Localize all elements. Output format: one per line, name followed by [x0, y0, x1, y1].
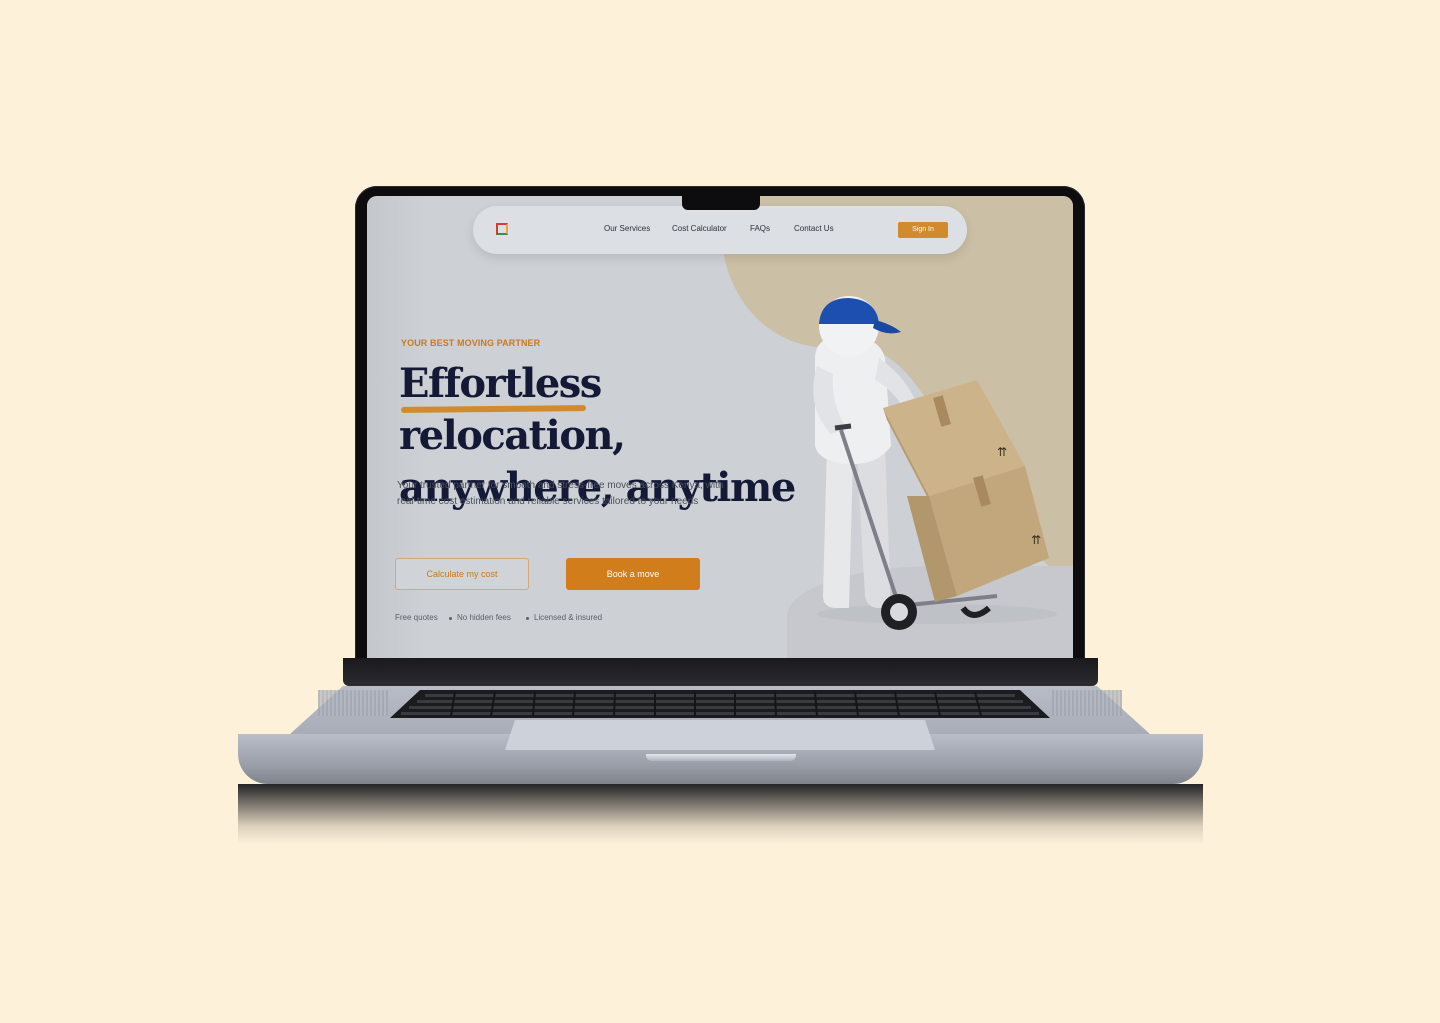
nav-link-cost-calculator[interactable]: Cost Calculator: [672, 224, 727, 233]
hero-headline-line-1: Effortless relocation,: [399, 360, 626, 459]
website-screen: Our Services Cost Calculator FAQs Contac…: [367, 196, 1073, 658]
feature-free-quotes: Free quotes: [395, 613, 438, 622]
bullet-dot: [526, 617, 529, 620]
box-arrow-icon: ⇈: [997, 445, 1007, 459]
nav-link-our-services[interactable]: Our Services: [604, 224, 650, 233]
hero-description: Your trusted partner for smooth and stre…: [397, 480, 724, 507]
sign-in-button[interactable]: Sign In: [898, 222, 948, 238]
nav-link-faqs[interactable]: FAQs: [750, 224, 770, 233]
speaker-grille-right: [1052, 690, 1122, 716]
mover-with-hand-truck-illustration: ⇈ ⇈: [813, 296, 1057, 630]
laptop-hinge: [343, 658, 1098, 686]
camera-notch: [682, 194, 760, 210]
laptop-mockup: Our Services Cost Calculator FAQs Contac…: [0, 0, 1440, 1023]
laptop-shadow: [238, 784, 1203, 844]
speaker-grille-left: [318, 690, 388, 716]
trackpad: [505, 720, 935, 750]
feature-licensed-insured: Licensed & insured: [534, 613, 603, 622]
top-navigation: Our Services Cost Calculator FAQs Contac…: [473, 206, 967, 254]
keyboard-keys: [401, 692, 1039, 716]
feature-no-hidden-fees: No hidden fees: [457, 613, 511, 622]
nav-link-contact-us[interactable]: Contact Us: [794, 224, 834, 233]
calculate-cost-button[interactable]: Calculate my cost: [395, 558, 529, 590]
lid-opening-lip: [646, 754, 796, 761]
square-logo-icon[interactable]: [496, 223, 508, 235]
box-arrow-icon: ⇈: [1031, 533, 1041, 547]
book-move-button[interactable]: Book a move: [566, 558, 700, 590]
hero-eyebrow: YOUR BEST MOVING PARTNER: [401, 338, 541, 348]
bullet-dot: [449, 617, 452, 620]
